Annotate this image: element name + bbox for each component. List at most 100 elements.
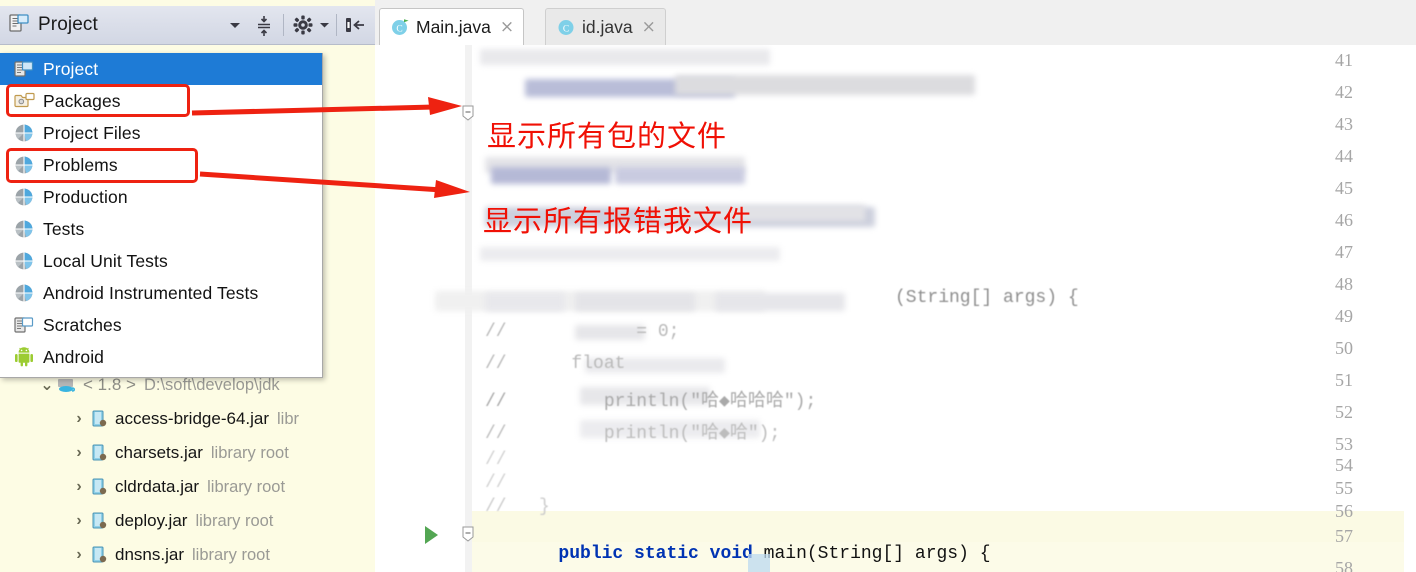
line-number: 49: [1335, 306, 1353, 326]
dropdown-item-android-instrumented-tests[interactable]: Android Instrumented Tests: [0, 277, 322, 309]
chevron-right-icon[interactable]: ›: [70, 410, 88, 428]
file-meta: library root: [207, 477, 286, 496]
pie-scope-icon: [12, 282, 36, 304]
dropdown-item-label: Android Instrumented Tests: [43, 282, 259, 303]
line-number: 41: [1335, 50, 1353, 70]
file-name: access-bridge-64.jar: [115, 409, 270, 428]
annotation-text-packages: 显示所有包的文件: [487, 119, 728, 153]
close-icon[interactable]: ×: [500, 18, 514, 36]
pie-scope-icon: [12, 218, 36, 240]
line-number: 57: [1335, 526, 1353, 546]
ghost-code-line: // = 0;: [485, 322, 680, 342]
table-row[interactable]: › charsets.jar library root: [0, 436, 375, 470]
line-number: 42: [1335, 82, 1353, 102]
dropdown-item-label: Scratches: [43, 314, 122, 335]
line-number: 58: [1335, 558, 1353, 572]
table-row[interactable]: › deploy.jar library root: [0, 504, 375, 538]
jar-icon: [88, 546, 110, 564]
table-row[interactable]: › access-bridge-64.jar libr: [0, 402, 375, 436]
jdk-path: D:\soft\develop\jdk: [143, 375, 280, 394]
line-number: 47: [1335, 242, 1353, 262]
dropdown-item-label: Tests: [43, 218, 85, 239]
chevron-right-icon[interactable]: ›: [70, 444, 88, 462]
redacted-code-block: [480, 247, 780, 261]
line-number: 52: [1335, 402, 1353, 422]
ghost-code-line: // println("哈◆哈哈哈");: [485, 392, 817, 412]
project-tool-window: ⌄ < 1.8 > D:\soft\develop\jdk › access-b…: [0, 0, 375, 572]
chevron-right-icon[interactable]: ›: [70, 512, 88, 530]
scratches-icon: [12, 314, 36, 336]
chevron-down-icon[interactable]: ⌄: [38, 375, 56, 395]
pie-scope-icon: [12, 250, 36, 272]
project-file-tree[interactable]: ⌄ < 1.8 > D:\soft\develop\jdk › access-b…: [0, 368, 375, 572]
jar-icon: [88, 410, 110, 428]
dropdown-item-label: Project Files: [43, 122, 141, 143]
file-meta: library root: [195, 511, 274, 530]
page-title: Project: [38, 14, 98, 35]
toolbar-divider: [336, 14, 337, 36]
code-line-58[interactable]: System.out.println();: [472, 556, 828, 572]
annotation-arrow-packages: [191, 97, 462, 116]
android-robot-icon: [12, 346, 36, 368]
chevron-right-icon[interactable]: ›: [70, 546, 88, 564]
dropdown-item-label: Local Unit Tests: [43, 250, 168, 271]
ide-window: ⌄ < 1.8 > D:\soft\develop\jdk › access-b…: [0, 0, 1416, 572]
close-icon[interactable]: ×: [642, 18, 656, 36]
redacted-code-block: [615, 167, 745, 184]
dropdown-item-label: Problems: [43, 154, 118, 175]
gear-icon[interactable]: [290, 10, 316, 40]
expand-collapse-icon[interactable]: [251, 10, 277, 40]
chevron-right-icon[interactable]: ›: [70, 478, 88, 496]
line-number: 53: [1335, 434, 1353, 454]
svg-text:C: C: [396, 24, 402, 34]
gear-dropdown-chevron-icon[interactable]: [316, 10, 332, 40]
tab-id-java[interactable]: C id.java ×: [545, 8, 666, 45]
table-row[interactable]: › dnsns.jar library root: [0, 538, 375, 572]
toolbar-divider: [283, 14, 284, 36]
tab-label: Main.java: [416, 16, 491, 37]
dropdown-item-scratches[interactable]: Scratches: [0, 309, 322, 341]
project-window-icon: [12, 58, 36, 80]
ghost-code-line: // println("哈◆哈");: [485, 424, 781, 444]
jar-icon: [88, 444, 110, 462]
redacted-code-block: [491, 167, 611, 184]
dropdown-item-label: Production: [43, 186, 128, 207]
editor-tab-bar: C Main.java × C id.java ×: [375, 0, 1416, 45]
svg-text:C: C: [563, 24, 569, 34]
run-gutter-icon[interactable]: [425, 526, 438, 544]
hide-panel-icon[interactable]: [341, 10, 369, 40]
jdk-version: < 1.8 >: [83, 375, 136, 394]
pie-scope-icon: [12, 122, 36, 144]
pie-scope-icon: [12, 154, 36, 176]
ghost-code-line: (String[] args) {: [895, 288, 1079, 308]
file-name: charsets.jar: [115, 443, 203, 462]
file-name: deploy.jar: [115, 511, 188, 530]
dropdown-item-tests[interactable]: Tests: [0, 213, 322, 245]
line-number: 48: [1335, 274, 1353, 294]
file-meta: library root: [210, 443, 289, 462]
view-selector-dropdown-button[interactable]: [223, 10, 247, 40]
java-class-icon: C: [556, 17, 576, 37]
dropdown-item-label: Android: [43, 346, 105, 367]
line-number: 45: [1335, 178, 1353, 198]
redacted-code-block: [715, 293, 845, 311]
project-view-icon: [8, 12, 34, 39]
line-number: 54: [1335, 455, 1353, 475]
packages-folder-icon: [12, 90, 36, 112]
selection-highlight: [748, 554, 770, 572]
redacted-code-block: [485, 293, 565, 311]
ghost-code-line: // float: [485, 354, 626, 374]
ghost-code-line: //: [485, 473, 507, 493]
annotation-text-problems: 显示所有报错我文件: [483, 204, 754, 238]
file-meta: libr: [277, 409, 300, 428]
file-name: dnsns.jar: [115, 545, 184, 564]
tab-main-java[interactable]: C Main.java ×: [379, 8, 525, 45]
line-number: 56: [1335, 501, 1353, 521]
dropdown-item-project[interactable]: Project: [0, 53, 322, 85]
dropdown-item-android[interactable]: Android: [0, 341, 322, 373]
tab-label: id.java: [582, 16, 633, 37]
dropdown-item-local-unit-tests[interactable]: Local Unit Tests: [0, 245, 322, 277]
error-stripe-scrollbar[interactable]: [1404, 90, 1416, 572]
table-row[interactable]: › cldrdata.jar library root: [0, 470, 375, 504]
line-number: 46: [1335, 210, 1353, 230]
